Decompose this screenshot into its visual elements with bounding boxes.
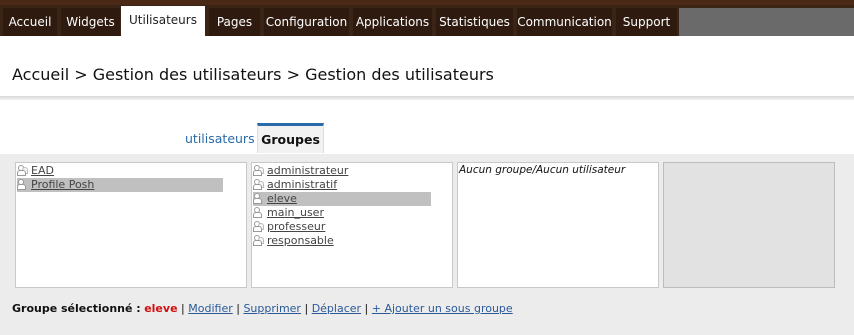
tab-utilisateurs[interactable]: utilisateurs	[185, 131, 255, 146]
group-item-label: administratif	[267, 178, 338, 191]
group-actions: Groupe sélectionné : eleve | Modifier | …	[12, 302, 513, 315]
nav-tab-statistiques[interactable]: Statistiques	[436, 8, 513, 36]
group-item-label: administrateur	[267, 164, 349, 177]
nav-tab-accueil[interactable]: Accueil	[3, 8, 57, 36]
user-icon	[17, 179, 29, 190]
nav-filler	[679, 8, 854, 36]
group-icon	[253, 235, 265, 246]
separator: |	[304, 302, 309, 315]
group-item-administratif[interactable]: administratif	[253, 178, 431, 192]
group-icon	[253, 165, 265, 176]
tab-groupes[interactable]: Groupes	[257, 123, 324, 153]
group-item-label: eleve	[267, 192, 297, 205]
nav-tab-pages[interactable]: Pages	[209, 8, 260, 36]
group-column-3: Aucun groupe/Aucun utilisateur	[457, 162, 659, 288]
group-column-4	[663, 162, 835, 288]
add-subgroup-link[interactable]: + Ajouter un sous groupe	[372, 302, 513, 315]
group-item-ead[interactable]: EAD	[17, 164, 223, 178]
selected-group-label: Groupe sélectionné :	[12, 302, 141, 315]
header-divider	[0, 96, 854, 100]
group-icon	[253, 179, 265, 190]
group-item-label: Profile Posh	[31, 178, 95, 191]
nav-tab-applications[interactable]: Applications	[353, 8, 432, 36]
nav-tab-configuration[interactable]: Configuration	[264, 8, 349, 36]
nav-tab-communication[interactable]: Communication	[517, 8, 612, 36]
group-item-responsable[interactable]: responsable	[253, 234, 431, 248]
nav-tab-utilisateurs[interactable]: Utilisateurs	[121, 6, 205, 38]
breadcrumb: Accueil > Gestion des utilisateurs > Ges…	[12, 65, 494, 84]
delete-link[interactable]: Supprimer	[243, 302, 301, 315]
selected-group-name: eleve	[144, 302, 178, 315]
group-column-2: administrateur administratif eleve main_…	[251, 162, 453, 288]
group-item-administrateur[interactable]: administrateur	[253, 164, 431, 178]
top-stripe	[0, 0, 854, 5]
nav-tab-support[interactable]: Support	[616, 8, 677, 36]
nav-tab-widgets[interactable]: Widgets	[61, 8, 120, 36]
user-icon	[253, 207, 265, 218]
top-navigation: Accueil Widgets Utilisateurs Pages Confi…	[0, 0, 854, 38]
user-icon	[253, 193, 265, 204]
group-item-main-user[interactable]: main_user	[253, 206, 431, 220]
separator: |	[181, 302, 185, 315]
separator: |	[236, 302, 240, 315]
separator: |	[364, 302, 369, 315]
group-item-profile-posh[interactable]: Profile Posh	[17, 178, 223, 192]
group-item-eleve[interactable]: eleve	[253, 192, 431, 206]
group-item-label: main_user	[267, 206, 324, 219]
empty-message: Aucun groupe/Aucun utilisateur	[459, 164, 626, 176]
group-item-label: professeur	[267, 220, 326, 233]
group-icon	[17, 165, 29, 176]
groups-panel: EAD Profile Posh administrateur administ…	[0, 154, 854, 335]
group-icon	[253, 221, 265, 232]
group-item-label: EAD	[31, 164, 54, 177]
group-item-label: responsable	[267, 234, 334, 247]
modify-link[interactable]: Modifier	[188, 302, 232, 315]
group-column-1: EAD Profile Posh	[15, 162, 247, 288]
group-item-professeur[interactable]: professeur	[253, 220, 431, 234]
move-link[interactable]: Déplacer	[312, 302, 361, 315]
